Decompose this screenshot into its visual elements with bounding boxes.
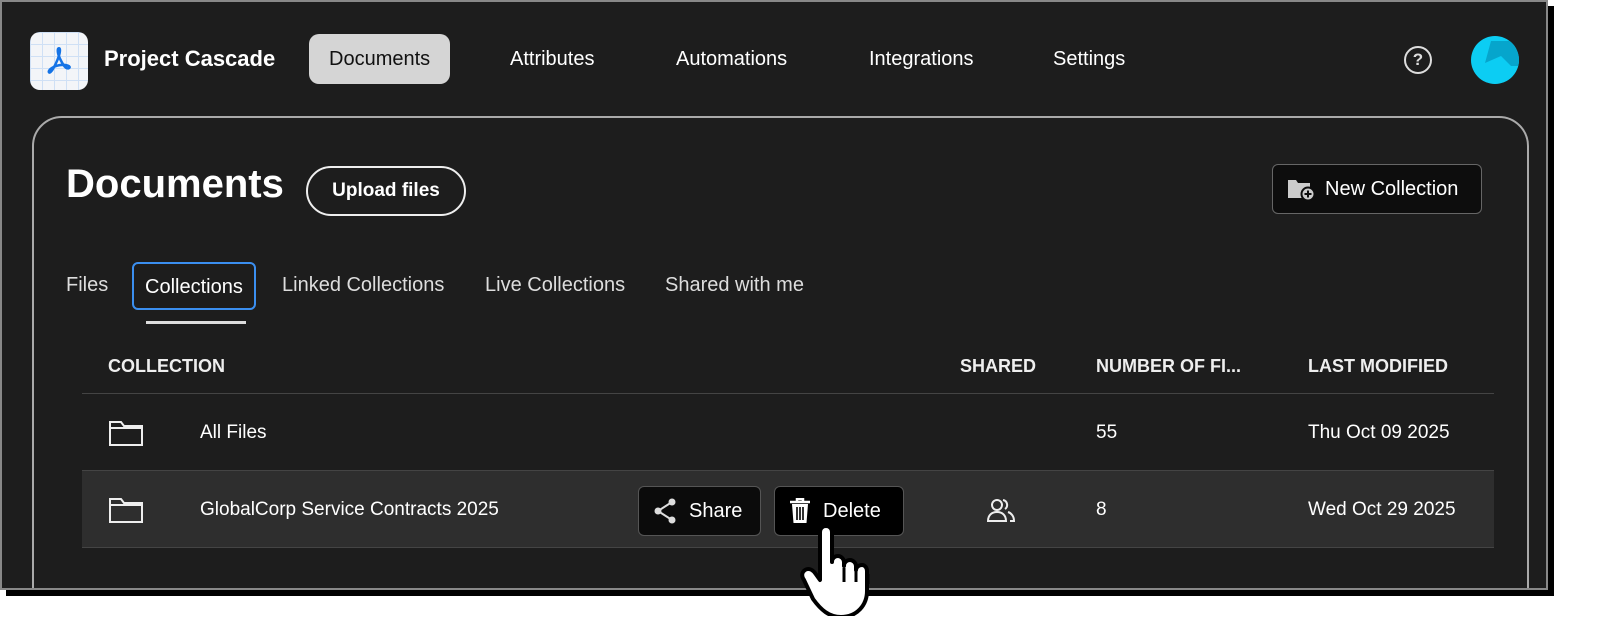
table-row[interactable]: All Files 55 Thu Oct 09 2025: [82, 394, 1494, 472]
share-button[interactable]: Share: [638, 486, 761, 536]
collection-name[interactable]: GlobalCorp Service Contracts 2025: [200, 471, 499, 549]
collection-name[interactable]: All Files: [200, 394, 267, 472]
last-modified: Wed Oct 29 2025: [1308, 499, 1456, 520]
header-shared[interactable]: SHARED: [960, 356, 1036, 377]
share-label: Share: [689, 499, 743, 522]
tab-shared-with-me[interactable]: Shared with me: [665, 262, 804, 310]
folder-icon: [109, 421, 143, 446]
trash-icon: [790, 498, 810, 523]
nav-automations[interactable]: Automations: [656, 34, 807, 84]
file-count: 55: [1096, 422, 1118, 443]
nav-integrations[interactable]: Integrations: [849, 34, 994, 84]
table-row[interactable]: GlobalCorp Service Contracts 2025 Share …: [82, 470, 1494, 548]
app-logo[interactable]: [30, 32, 88, 90]
nav-attributes[interactable]: Attributes: [490, 34, 614, 84]
tab-live-collections[interactable]: Live Collections: [485, 262, 625, 310]
avatar[interactable]: [1471, 36, 1519, 84]
shared-users-icon: [986, 499, 1016, 522]
nav-documents[interactable]: Documents: [309, 34, 451, 84]
header-last-modified[interactable]: LAST MODIFIED: [1308, 356, 1448, 377]
header-collection[interactable]: COLLECTION: [108, 356, 225, 377]
folder-icon: [109, 498, 143, 523]
page-title: Documents: [66, 162, 284, 206]
tab-collections[interactable]: Collections: [132, 262, 256, 310]
share-icon: [654, 498, 676, 524]
nav-settings[interactable]: Settings: [1033, 34, 1145, 84]
active-tab-indicator: [146, 321, 246, 324]
new-collection-label: New Collection: [1325, 177, 1459, 200]
folder-add-icon: [1288, 180, 1315, 201]
file-count: 8: [1096, 499, 1107, 520]
help-icon[interactable]: ?: [1404, 46, 1432, 74]
new-collection-button[interactable]: New Collection: [1272, 164, 1482, 214]
hand-pointer-icon: [800, 524, 870, 616]
last-modified: Thu Oct 09 2025: [1308, 422, 1450, 443]
upload-files-button[interactable]: Upload files: [306, 166, 466, 216]
acrobat-icon: [47, 46, 71, 74]
delete-label: Delete: [823, 499, 881, 522]
tab-linked-collections[interactable]: Linked Collections: [282, 262, 444, 310]
tab-files[interactable]: Files: [66, 262, 108, 310]
header-number-of-files[interactable]: NUMBER OF FI...: [1096, 356, 1241, 377]
app-window: Project Cascade Documents Attributes Aut…: [0, 0, 1548, 590]
app-title: Project Cascade: [104, 46, 276, 71]
